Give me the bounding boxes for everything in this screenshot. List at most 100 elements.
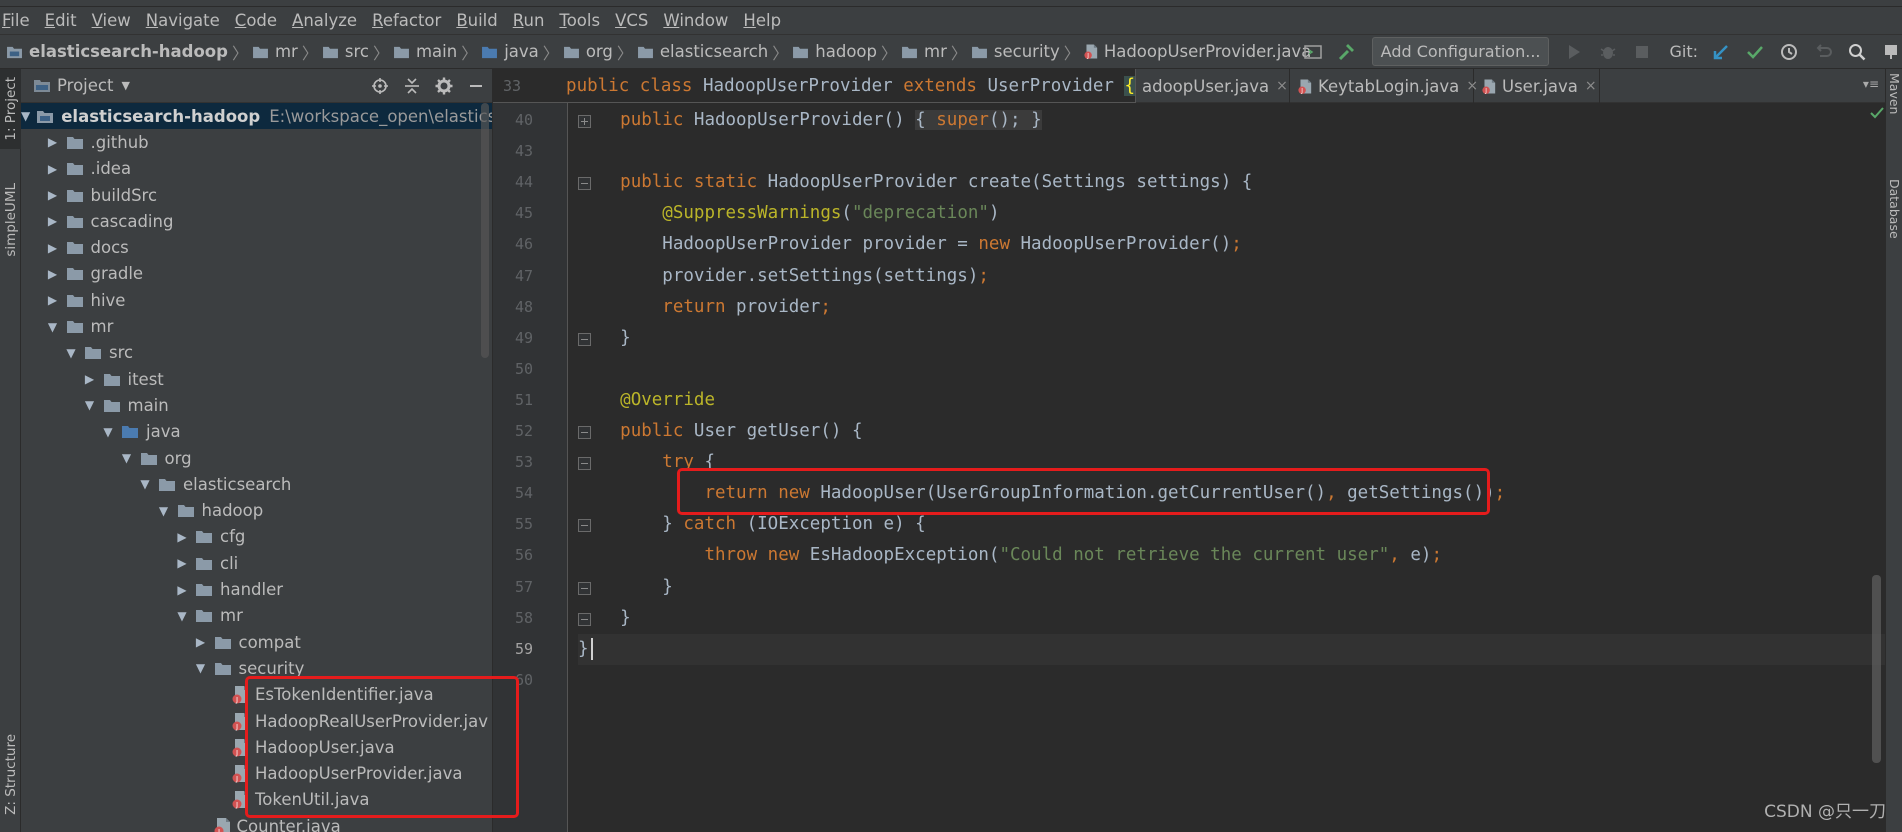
tree-folder-item[interactable]: ▶ compat: [21, 629, 492, 655]
tree-folder-item[interactable]: ▶ itest: [21, 366, 492, 392]
breadcrumb-item[interactable]: security: [971, 42, 1060, 61]
expand-arrow-open-icon[interactable]: ▼: [194, 661, 208, 675]
breadcrumb-item[interactable]: main: [393, 42, 457, 61]
add-configuration-button[interactable]: Add Configuration...: [1371, 37, 1550, 66]
breadcrumb-item[interactable]: J HadoopUserProvider.java: [1084, 42, 1311, 61]
git-update-icon[interactable]: [1710, 41, 1732, 63]
run-icon[interactable]: [1563, 41, 1585, 63]
database-tool-tab[interactable]: Database: [1886, 179, 1902, 279]
git-history-icon[interactable]: [1778, 41, 1800, 63]
tree-folder-item[interactable]: ▼ hadoop: [21, 498, 492, 524]
breadcrumb-item[interactable]: elasticsearch: [637, 42, 768, 61]
code-line[interactable]: [578, 665, 1885, 696]
menu-code[interactable]: Code: [235, 11, 277, 30]
expand-arrow-open-icon[interactable]: ▼: [120, 451, 134, 465]
code-line[interactable]: HadoopUserProvider provider = new Hadoop…: [578, 229, 1885, 260]
menu-window[interactable]: Window: [663, 11, 728, 30]
expand-arrow-open-icon[interactable]: ▼: [157, 504, 171, 518]
expand-arrow-closed-icon[interactable]: ▶: [46, 241, 60, 255]
menu-help[interactable]: Help: [743, 11, 781, 30]
code-line[interactable]: provider.setSettings(settings);: [578, 261, 1885, 292]
tree-scrollbar[interactable]: [481, 103, 489, 358]
expand-arrow-open-icon[interactable]: ▼: [46, 320, 60, 334]
menu-refactor[interactable]: Refactor: [372, 11, 441, 30]
git-commit-icon[interactable]: [1744, 41, 1766, 63]
maven-tool-tab[interactable]: Maven: [1886, 73, 1902, 153]
expand-arrow-closed-icon[interactable]: ▶: [46, 293, 60, 307]
git-rollback-icon[interactable]: [1812, 41, 1834, 63]
code-line[interactable]: }: [578, 323, 1885, 354]
tree-folder-item[interactable]: ▶ .github: [21, 129, 492, 155]
tree-folder-item[interactable]: ▶ docs: [21, 235, 492, 261]
menu-analyze[interactable]: Analyze: [292, 11, 357, 30]
editor-tab[interactable]: J KeytabLogin.java ×: [1290, 69, 1478, 103]
tree-folder-item[interactable]: ▼ java: [21, 419, 492, 445]
breadcrumb-item[interactable]: src: [322, 42, 369, 61]
tree-folder-item[interactable]: ▶ cli: [21, 550, 492, 576]
expand-arrow-closed-icon[interactable]: ▶: [83, 372, 97, 386]
tree-folder-item[interactable]: ▼ org: [21, 445, 492, 471]
simpleuml-tool-tab[interactable]: simpleUML: [0, 165, 21, 275]
editor-scrollbar[interactable]: [1872, 575, 1881, 763]
expand-arrow-open-icon[interactable]: ▼: [175, 609, 189, 623]
expand-arrow-closed-icon[interactable]: ▶: [46, 162, 60, 176]
menu-vcs[interactable]: VCS: [615, 11, 648, 30]
code-line[interactable]: }: [578, 633, 1885, 665]
tree-folder-item[interactable]: ▼ mr: [21, 603, 492, 629]
code-line[interactable]: [578, 354, 1885, 385]
tree-folder-item[interactable]: ▼ elasticsearch-hadoop E:\workspace_open\e…: [21, 103, 492, 130]
tree-folder-item[interactable]: ▶ buildSrc: [21, 182, 492, 208]
expand-arrow-closed-icon[interactable]: ▶: [175, 530, 189, 544]
expand-arrow-open-icon[interactable]: ▼: [83, 398, 97, 412]
breadcrumb-item[interactable]: hadoop: [792, 42, 877, 61]
expand-arrow-open-icon[interactable]: ▼: [101, 425, 115, 439]
run-anything-icon[interactable]: [1302, 41, 1324, 63]
menu-run[interactable]: Run: [513, 11, 545, 30]
tree-folder-item[interactable]: ▶ hive: [21, 287, 492, 313]
search-icon[interactable]: [1846, 41, 1868, 63]
expand-arrow-open-icon[interactable]: ▼: [64, 346, 78, 360]
project-tool-tab[interactable]: 1: Project: [0, 69, 21, 149]
editor-tab[interactable]: adoopUser.java ×: [1134, 69, 1290, 103]
menu-file[interactable]: File: [2, 11, 30, 30]
tree-folder-item[interactable]: ▶ cfg: [21, 524, 492, 550]
code-line[interactable]: @Override: [578, 385, 1885, 416]
expand-arrow-closed-icon[interactable]: ▶: [46, 214, 60, 228]
code-line[interactable]: }: [578, 603, 1885, 634]
breadcrumb-item[interactable]: org: [563, 42, 613, 61]
menu-edit[interactable]: Edit: [45, 11, 77, 30]
expand-arrow-closed-icon[interactable]: ▶: [175, 556, 189, 570]
collapse-all-icon[interactable]: [401, 75, 423, 97]
stop-icon[interactable]: [1631, 41, 1653, 63]
expand-arrow-closed-icon[interactable]: ▶: [194, 635, 208, 649]
menu-build[interactable]: Build: [456, 11, 497, 30]
menu-tools[interactable]: Tools: [559, 11, 600, 30]
structure-tool-tab[interactable]: Z: Structure: [0, 719, 21, 829]
code-line[interactable]: }: [578, 572, 1885, 603]
editor-tab[interactable]: J User.java ×: [1474, 69, 1600, 103]
expand-arrow-closed-icon[interactable]: ▶: [175, 583, 189, 597]
expand-arrow-closed-icon[interactable]: ▶: [46, 267, 60, 281]
locate-target-icon[interactable]: [369, 75, 391, 97]
menu-navigate[interactable]: Navigate: [146, 11, 220, 30]
tree-folder-item[interactable]: ▶ handler: [21, 576, 492, 602]
expand-arrow-open-icon[interactable]: ▼: [138, 477, 152, 491]
expand-arrow-closed-icon[interactable]: ▶: [46, 135, 60, 149]
expand-arrow-open-icon[interactable]: ▼: [21, 109, 30, 123]
debug-icon[interactable]: [1597, 41, 1619, 63]
tab-list-menu-icon[interactable]: ▾≡: [1863, 77, 1879, 91]
code-line[interactable]: public User getUser() {: [578, 416, 1885, 447]
tree-folder-item[interactable]: ▶ .idea: [21, 156, 492, 182]
tree-folder-item[interactable]: ▶ gradle: [21, 261, 492, 287]
code-line[interactable]: return provider;: [578, 292, 1885, 323]
project-view-dropdown-icon[interactable]: ▼: [121, 79, 129, 92]
breadcrumb-item[interactable]: elasticsearch-hadoop: [6, 42, 228, 61]
hide-panel-icon[interactable]: [465, 75, 487, 97]
close-tab-icon[interactable]: ×: [1585, 78, 1597, 94]
code-line[interactable]: public HadoopUserProvider() { super(); }: [578, 105, 1885, 136]
tree-folder-item[interactable]: ▶ cascading: [21, 208, 492, 234]
expand-arrow-closed-icon[interactable]: ▶: [46, 188, 60, 202]
breadcrumb-item[interactable]: mr: [252, 42, 298, 61]
project-panel-title[interactable]: Project: [57, 76, 113, 95]
code-line[interactable]: throw new EsHadoopException("Could not r…: [578, 540, 1885, 571]
